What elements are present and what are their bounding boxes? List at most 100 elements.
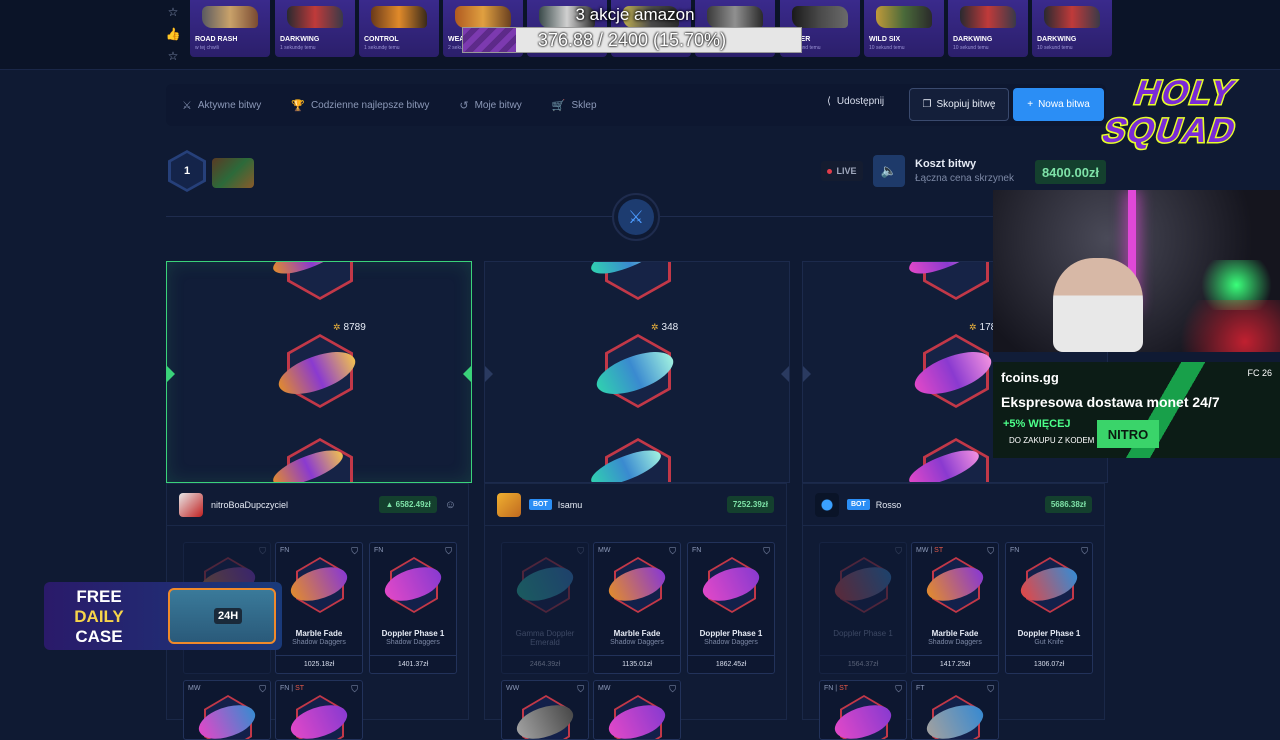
- item-card[interactable]: WW ⛉: [501, 680, 589, 740]
- thumbs-up-icon[interactable]: 👍: [166, 28, 181, 40]
- new-battle-button[interactable]: + Nowa bitwa: [1013, 88, 1104, 121]
- shield-icon[interactable]: ⛉: [669, 684, 676, 695]
- condition-value: MW: [598, 547, 611, 554]
- item-condition: FN | ST: [280, 685, 304, 692]
- shield-icon[interactable]: ⛉: [763, 546, 770, 557]
- sponsor-banner[interactable]: fcoins.gg FC 26 Ekspresowa dostawa monet…: [993, 362, 1280, 458]
- spinner-pointer-right: [781, 366, 789, 382]
- nav-item[interactable]: ↺ Moje bitwy: [459, 99, 521, 112]
- spinner-value-text: 8789: [343, 322, 366, 333]
- bot-badge: BOT: [847, 499, 870, 510]
- drop-card[interactable]: ROAD RASH w tej chwili: [190, 0, 270, 57]
- drop-weapon-image: [287, 6, 343, 28]
- item-card[interactable]: FT ⛉: [911, 680, 999, 740]
- drop-weapon-image: [792, 6, 848, 28]
- item-card[interactable]: MW | ST ⛉ Marble Fade Shadow Daggers 1417.25…: [911, 542, 999, 674]
- holy-squad-logo: HOLY SQUAD: [1096, 72, 1244, 151]
- item-card[interactable]: FN ⛉ Doppler Phase 1 Shadow Daggers 1862.45z…: [687, 542, 775, 674]
- item-card[interactable]: MW ⛉ Marble Fade Shadow Daggers 1135.01zł: [593, 542, 681, 674]
- free-daily-case-banner[interactable]: FREE DAILY CASE 24H: [44, 582, 282, 650]
- battle-cost-sublabel: Łączna cena skrzynek: [915, 173, 1014, 184]
- streamer: [1053, 258, 1143, 352]
- drop-card[interactable]: WILD SIX 10 sekund temu: [864, 0, 944, 57]
- drop-name: ROAD RASH: [195, 36, 238, 43]
- logo-line-2: SQUAD: [1097, 112, 1242, 150]
- star-outline-icon[interactable]: ☆: [168, 6, 179, 18]
- shield-icon[interactable]: ⛉: [259, 546, 266, 557]
- sponsor-bonus: +5% WIĘCEJ: [1003, 418, 1071, 430]
- item-condition: FN | ST: [824, 685, 848, 692]
- shield-icon[interactable]: ⛉: [577, 684, 584, 695]
- coin-icon: ✲: [333, 322, 341, 332]
- item-card[interactable]: FN | ST ⛉: [275, 680, 363, 740]
- shield-icon[interactable]: ⛉: [577, 546, 584, 557]
- condition-value: MW: [916, 547, 929, 554]
- versus-badge: ⚔: [612, 193, 660, 241]
- drop-card[interactable]: CONTROL 1 sekundę temu: [359, 0, 439, 57]
- drop-time: 10 sekund temu: [1037, 45, 1073, 51]
- nav-item[interactable]: 🛒 Sklep: [552, 99, 597, 112]
- item-type: Shadow Daggers: [386, 639, 440, 646]
- item-price: 1401.37zł: [370, 655, 456, 673]
- sound-toggle[interactable]: 🔈: [873, 155, 905, 187]
- shield-icon[interactable]: ⛉: [351, 546, 358, 557]
- drop-weapon-image: [1044, 6, 1100, 28]
- bot-badge: BOT: [529, 499, 552, 510]
- drop-card[interactable]: DARKWING 10 sekund temu: [1032, 0, 1112, 57]
- spinner-value: ✲ 8789: [333, 322, 366, 333]
- daily-case-badge: 24H: [214, 608, 243, 624]
- coin-icon: ✲: [969, 322, 977, 332]
- nav-item[interactable]: ⚔ Aktywne bitwy: [182, 99, 261, 112]
- item-type: Shadow Daggers: [928, 639, 982, 646]
- item-name: Doppler Phase 1: [699, 629, 763, 638]
- round-number: 1: [171, 153, 203, 189]
- item-price: 1135.01zł: [594, 655, 680, 673]
- item-card[interactable]: FN ⛉ Marble Fade Shadow Daggers 1025.18zł: [275, 542, 363, 674]
- condition-value: FN: [692, 547, 702, 554]
- item-condition: FN: [374, 547, 383, 554]
- shield-icon[interactable]: ⛉: [895, 546, 902, 557]
- shield-icon[interactable]: ⛉: [987, 684, 994, 695]
- drop-card[interactable]: DARKWING 10 sekund temu: [948, 0, 1028, 57]
- player-header: nitroBoaDupczyciel ▲ 6582.49zł ☺: [167, 484, 468, 526]
- item-card[interactable]: FN ⛉ Doppler Phase 1 Gut Knife 1306.07zł: [1005, 542, 1093, 674]
- drop-card[interactable]: DARKWING 1 sekundę temu: [275, 0, 355, 57]
- basket-icon: 🛒: [551, 99, 566, 112]
- streamer-webcam: [993, 190, 1280, 352]
- item-type: Shadow Daggers: [292, 639, 346, 646]
- nav-item[interactable]: 🏆 Codzienne najlepsze bitwy: [291, 99, 429, 112]
- item-name: Gamma Doppler Emerald: [515, 629, 575, 647]
- sponsor-title: Ekspresowa dostawa monet 24/7: [1001, 394, 1220, 410]
- player-total: 5686.38zł: [1044, 496, 1092, 513]
- drop-name: DARKWING: [953, 36, 993, 43]
- shield-icon[interactable]: ⛉: [259, 684, 266, 695]
- drop-name: WILD SIX: [869, 36, 901, 43]
- case-thumbnail[interactable]: [212, 158, 254, 188]
- shield-icon[interactable]: ⛉: [895, 684, 902, 695]
- shield-icon[interactable]: ⛉: [669, 546, 676, 557]
- star-icon[interactable]: ☆: [168, 50, 179, 62]
- emoji-icon[interactable]: ☺: [445, 499, 456, 511]
- item-card[interactable]: ⛉ Doppler Phase 1 1564.37zł: [819, 542, 907, 674]
- item-card[interactable]: FN ⛉ Doppler Phase 1 Shadow Daggers 1401.37z…: [369, 542, 457, 674]
- stattrak-tag: ST: [295, 685, 305, 692]
- shield-icon[interactable]: ⛉: [445, 546, 452, 557]
- player-panel: BOT Rosso 5686.38zł ⛉ Doppler Phase 1 1564.37…: [802, 483, 1105, 740]
- free-line: FREE: [76, 587, 122, 606]
- shield-icon[interactable]: ⛉: [987, 546, 994, 557]
- item-name: Marble Fade: [295, 629, 343, 638]
- live-dot-icon: [827, 168, 833, 174]
- item-card[interactable]: ⛉ Gamma Doppler Emerald 2464.39zł: [501, 542, 589, 674]
- battle-cost-label: Koszt bitwy: [915, 158, 977, 170]
- drop-time: 1 sekundę temu: [364, 45, 400, 51]
- copy-battle-button[interactable]: ❐ Skopiuj bitwę: [909, 88, 1009, 121]
- share-button[interactable]: ⟨ Udostępnij: [827, 96, 884, 107]
- item-type: Shadow Daggers: [704, 639, 758, 646]
- item-card[interactable]: FN | ST ⛉: [819, 680, 907, 740]
- item-card[interactable]: MW ⛉: [593, 680, 681, 740]
- condition-value: MW: [188, 685, 201, 692]
- item-card[interactable]: MW ⛉: [183, 680, 271, 740]
- item-condition: WW: [506, 685, 519, 692]
- shield-icon[interactable]: ⛉: [1081, 546, 1088, 557]
- shield-icon[interactable]: ⛉: [351, 684, 358, 695]
